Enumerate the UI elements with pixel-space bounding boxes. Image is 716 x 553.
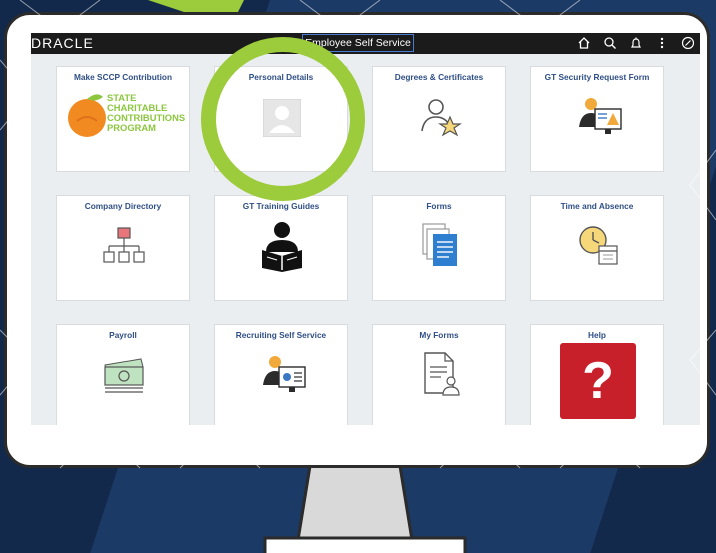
home-icon[interactable] bbox=[577, 36, 591, 50]
tile-title: Payroll bbox=[109, 330, 137, 340]
tile-degrees-certificates[interactable]: Degrees & Certificates bbox=[372, 66, 506, 172]
tile-title: Help bbox=[588, 330, 606, 340]
highlight-circle bbox=[201, 37, 365, 201]
tile-my-forms[interactable]: My Forms bbox=[372, 324, 506, 425]
documents-icon bbox=[422, 223, 457, 266]
tile-forms[interactable]: Forms bbox=[372, 195, 506, 301]
question-mark-icon: ? bbox=[560, 343, 636, 419]
tile-title: Recruiting Self Service bbox=[235, 330, 327, 340]
sccp-logo-text: STATE CHARITABLE CONTRIBUTIONS PROGRAM bbox=[107, 92, 186, 133]
tile-gt-security-request-form[interactable]: GT Security Request Form bbox=[530, 66, 664, 172]
tile-title: Make SCCP Contribution bbox=[73, 72, 173, 82]
person-star-icon bbox=[421, 99, 462, 137]
money-icon bbox=[104, 358, 144, 393]
security-request-icon bbox=[579, 98, 622, 134]
tile-title: GT Training Guides bbox=[242, 201, 320, 211]
tile-title: My Forms bbox=[419, 330, 459, 340]
org-chart-icon bbox=[103, 227, 145, 263]
brand-logo: DRACLE bbox=[31, 35, 94, 51]
sccp-logo bbox=[68, 94, 106, 137]
tile-title: Forms bbox=[426, 201, 452, 211]
tile-time-and-absence[interactable]: Time and Absence bbox=[530, 195, 664, 301]
person-document-icon bbox=[424, 352, 460, 396]
clock-calendar-icon bbox=[579, 226, 618, 265]
tile-title: Degrees & Certificates bbox=[394, 72, 484, 82]
tile-title: Time and Absence bbox=[560, 201, 634, 211]
tile-gt-training-guides[interactable]: GT Training Guides bbox=[214, 195, 348, 301]
tile-help[interactable]: Help ? bbox=[530, 324, 664, 425]
recruiting-icon bbox=[263, 356, 306, 392]
app-screen: DRACLE Employee Self Service Make SCCP C bbox=[31, 33, 700, 425]
reading-person-icon bbox=[262, 222, 302, 272]
tile-recruiting-self-service[interactable]: Recruiting Self Service bbox=[214, 324, 348, 425]
top-navigation-bar: DRACLE Employee Self Service bbox=[31, 33, 700, 54]
more-actions-icon[interactable] bbox=[655, 36, 669, 50]
tile-grid: Make SCCP Contribution STATE CHARITABLE … bbox=[31, 54, 700, 425]
notification-bell-icon[interactable] bbox=[629, 36, 643, 50]
search-icon[interactable] bbox=[603, 36, 617, 50]
tile-company-directory[interactable]: Company Directory bbox=[56, 195, 190, 301]
tile-payroll[interactable]: Payroll bbox=[56, 324, 190, 425]
compass-icon[interactable] bbox=[681, 36, 695, 50]
tile-title: GT Security Request Form bbox=[544, 72, 650, 82]
tile-make-sccp-contribution[interactable]: Make SCCP Contribution STATE CHARITABLE … bbox=[56, 66, 190, 172]
tile-title: Company Directory bbox=[84, 201, 162, 211]
